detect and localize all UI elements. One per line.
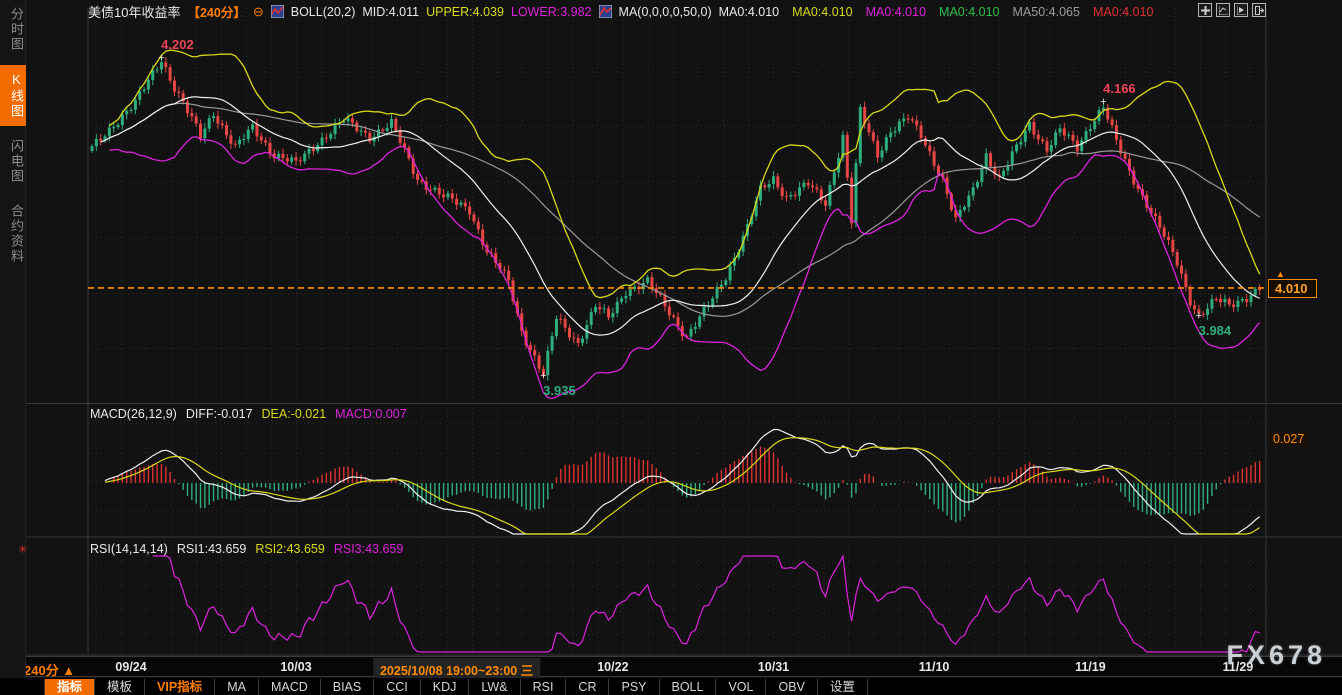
period-label[interactable]: 【240分】	[187, 2, 245, 21]
indicator-tab-MA[interactable]: MA	[215, 679, 259, 695]
collapse-icon[interactable]: ⊖	[253, 4, 264, 20]
boll-mid-value: MID:4.011	[362, 5, 419, 19]
indicator-tab-CR[interactable]: CR	[566, 679, 609, 695]
indicator-tab-CCI[interactable]: CCI	[374, 679, 421, 695]
boll-name: BOLL(20,2)	[291, 5, 356, 19]
instrument-title: 美债10年收益率	[88, 2, 180, 21]
extreme-cross-marker: +	[1100, 96, 1106, 108]
indicator-tab-BIAS[interactable]: BIAS	[321, 679, 375, 695]
ma-value-3: MA0:4.010	[939, 5, 999, 19]
timeframe-selector[interactable]: 240分 ▲	[24, 660, 75, 679]
indicator-tab-bar: 指标模板VIP指标MAMACDBIASCCIKDJLW&RSICRPSYBOLL…	[0, 678, 1342, 695]
macd-dea-value: DEA:-0.021	[262, 407, 327, 421]
ma-value-1: MA0:4.010	[792, 5, 852, 19]
rsi3-value: RSI3:43.659	[334, 542, 404, 556]
indicator-tab-VOL[interactable]: VOL	[716, 679, 766, 695]
indicator-tab-RSI[interactable]: RSI	[521, 679, 567, 695]
chart-type-sidebar: 分时图 K线图闪电图合约资料	[0, 0, 26, 677]
indicator-tab-PSY[interactable]: PSY	[609, 679, 659, 695]
time-axis-label: 11/10	[919, 660, 950, 674]
rsi-name: RSI(14,14,14)	[90, 542, 168, 556]
candlestick-chart-canvas[interactable]	[0, 0, 1342, 695]
ma-name: MA(0,0,0,0,50,0)	[619, 5, 712, 19]
chart-header: 美债10年收益率 【240分】 ⊖ BOLL(20,2) MID:4.011 U…	[88, 3, 1153, 20]
time-axis-label: 10/31	[758, 660, 789, 674]
macd-header: MACD(26,12,9) DIFF:-0.017 DEA:-0.021 MAC…	[90, 407, 407, 421]
rsi1-value: RSI1:43.659	[177, 542, 247, 556]
pane-expand-icon[interactable]	[1252, 3, 1266, 17]
window-controls	[1198, 3, 1266, 17]
indicator-tab-指标[interactable]: 指标	[44, 679, 95, 695]
sidebar-tab-K线图[interactable]: K线图	[0, 65, 26, 126]
indicator-settings-icon[interactable]: ✳	[18, 543, 27, 556]
price-annotation: 3.984	[1199, 323, 1232, 338]
sidebar-tab-闪电图[interactable]: 闪电图	[0, 132, 26, 191]
scale-left-icon[interactable]	[1216, 3, 1230, 17]
time-axis-label: 10/22	[597, 660, 628, 674]
sidebar-tab-合约资料[interactable]: 合约资料	[0, 197, 26, 271]
macd-macd-value: MACD:0.007	[335, 407, 407, 421]
extreme-cross-marker: +	[540, 370, 546, 382]
price-annotation: 3.935	[543, 383, 576, 398]
macd-name: MACD(26,12,9)	[90, 407, 177, 421]
indicator-tab-MACD[interactable]: MACD	[259, 679, 321, 695]
indicator-tab-OBV[interactable]: OBV	[766, 679, 817, 695]
time-axis-label: 10/03	[280, 660, 311, 674]
indicator-tab-KDJ[interactable]: KDJ	[421, 679, 470, 695]
time-axis-label: 09/24	[115, 660, 146, 674]
indicator-tab-BOLL[interactable]: BOLL	[660, 679, 717, 695]
macd-diff-value: DIFF:-0.017	[186, 407, 253, 421]
rsi2-value: RSI2:43.659	[255, 542, 325, 556]
last-price-tag: 4.010	[1268, 279, 1317, 298]
chart-application-window: 分时图 K线图闪电图合约资料 美债10年收益率 【240分】 ⊖ BOLL(20,…	[0, 0, 1342, 695]
ma-value-4: MA50:4.065	[1013, 5, 1080, 19]
price-annotation: 4.202	[161, 37, 194, 52]
ma-value-2: MA0:4.010	[866, 5, 926, 19]
ma-values-group: MA0:4.010 MA0:4.010 MA0:4.010 MA0:4.010 MA50…	[719, 5, 1154, 19]
ma-value-0: MA0:4.010	[719, 5, 779, 19]
time-axis: 240分 ▲ 09/2410/0310/2210/3111/1011/1911/…	[0, 656, 1342, 677]
macd-value-tag: 0.027	[1270, 432, 1307, 446]
indicator-tab-设置[interactable]: 设置	[818, 679, 868, 695]
indicator-tab-LW&[interactable]: LW&	[469, 679, 520, 695]
ma-value-5: MA0:4.010	[1093, 5, 1153, 19]
sidebar-tab-分时图[interactable]: 分时图	[0, 0, 26, 59]
scale-right-icon[interactable]	[1234, 3, 1248, 17]
price-tag-arrow-icon: ▲	[1276, 269, 1285, 279]
boll-indicator-icon[interactable]	[271, 5, 284, 18]
fx678-watermark: FX678	[1226, 640, 1326, 671]
time-axis-label: 11/19	[1075, 660, 1106, 674]
extreme-cross-marker: +	[1196, 310, 1202, 322]
indicator-tab-VIP指标[interactable]: VIP指标	[145, 679, 215, 695]
extreme-cross-marker: +	[158, 52, 164, 64]
ma-indicator-icon[interactable]	[599, 5, 612, 18]
rsi-header: RSI(14,14,14) RSI1:43.659 RSI2:43.659 RS…	[90, 542, 403, 556]
boll-lower-value: LOWER:3.982	[511, 5, 592, 19]
indicator-tab-模板[interactable]: 模板	[95, 679, 145, 695]
move-crosshair-icon[interactable]	[1198, 3, 1212, 17]
boll-upper-value: UPPER:4.039	[426, 5, 504, 19]
price-annotation: 4.166	[1103, 81, 1136, 96]
